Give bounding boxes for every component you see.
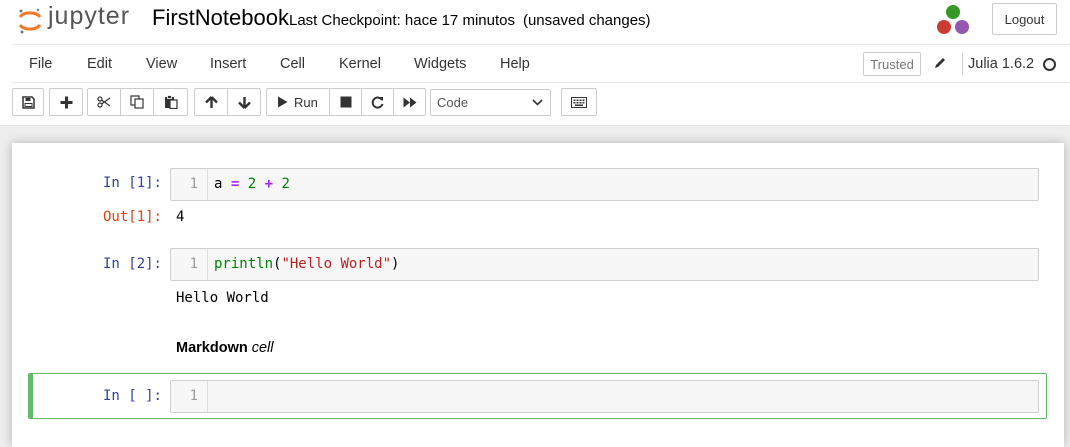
keyboard-icon [571,96,587,108]
kernel-idle-indicator-icon [1043,58,1056,71]
kernel-name[interactable]: Julia 1.6.2 [968,56,1034,72]
line-number: 1 [171,249,208,280]
paste-button[interactable] [153,88,188,116]
stop-icon [340,96,351,108]
code-token: ) [391,256,400,272]
restart-icon [371,96,384,108]
menu-cell[interactable]: Cell [280,56,305,72]
command-palette-button[interactable] [561,88,597,116]
code-input-area[interactable]: 1 println("Hello World") [170,248,1039,281]
notebook-container: In [1]: 1 a = 2 + 2 Out[1]: 4 In [2]: 1 … [12,143,1064,447]
copy-button[interactable] [120,88,154,116]
menu-kernel[interactable]: Kernel [339,56,381,72]
play-icon [278,96,288,108]
kernel-divider [962,53,963,75]
interrupt-button[interactable] [329,88,362,116]
markdown-italic: cell [251,340,274,356]
menu-file[interactable]: File [29,56,52,72]
line-number: 1 [171,169,208,200]
code-input-area[interactable]: 1 [170,380,1039,413]
restart-run-all-button[interactable] [393,88,426,116]
run-label: Run [294,94,318,110]
code-input-area[interactable]: 1 a = 2 + 2 [170,168,1039,201]
code-token: + [264,176,274,192]
run-button[interactable]: Run [266,88,330,116]
arrow-up-icon [204,95,218,108]
menu-widgets[interactable]: Widgets [414,56,466,72]
copy-icon [130,95,144,109]
insert-cell-button[interactable] [49,88,83,116]
cut-button[interactable] [87,88,121,116]
markdown-cell[interactable]: Markdown cell [176,340,274,356]
code-line: println("Hello World") [214,249,399,280]
notebook-header: jupyter FirstNotebook Last Checkpoint: h… [0,0,1070,126]
chevron-down-icon [532,99,543,106]
pencil-icon[interactable] [933,56,947,70]
move-down-button[interactable] [227,88,261,116]
in-prompt: In [2]: [102,256,162,272]
cut-icon [97,96,111,108]
move-up-button[interactable] [194,88,228,116]
code-token: println [214,256,274,272]
save-icon [21,95,35,109]
code-token: 2 [247,176,257,192]
in-prompt: In [ ]: [102,388,162,404]
logo-text: jupyter [48,2,131,30]
code-token: "Hello World" [281,256,392,272]
notebook-name[interactable]: FirstNotebook [152,5,289,31]
menu-help[interactable]: Help [500,56,530,72]
paste-icon [164,95,178,109]
logout-button[interactable]: Logout [992,3,1057,35]
jupyter-logo-icon [18,8,42,34]
cell-output: 4 [176,209,185,225]
fast-forward-icon [403,97,416,107]
in-prompt: In [1]: [102,175,162,191]
code-token: 2 [281,176,290,192]
cell-type-value: Code [437,95,469,110]
julia-logo-icon [937,5,969,34]
menu-edit[interactable]: Edit [87,56,112,72]
line-number: 1 [171,381,208,412]
cell-type-select[interactable]: Code [430,89,551,116]
trusted-indicator[interactable]: Trusted [863,52,921,76]
cell-output: Hello World [176,290,269,306]
menu-insert[interactable]: Insert [210,56,246,72]
plus-icon [60,96,72,108]
checkpoint-text: Last Checkpoint: hace 17 minutos [289,12,515,29]
menubar: File Edit View Insert Cell Kernel Widget… [12,44,1070,83]
save-button[interactable] [12,88,44,116]
arrow-down-icon [237,96,251,109]
out-prompt: Out[1]: [102,209,162,225]
menu-view[interactable]: View [146,56,177,72]
restart-button[interactable] [361,88,394,116]
checkpoint-status: Last Checkpoint: hace 17 minutos (unsaved… [289,12,651,29]
code-line: a = 2 + 2 [214,169,290,200]
markdown-bold: Markdown [176,340,248,356]
unsaved-status: (unsaved changes) [522,12,651,29]
